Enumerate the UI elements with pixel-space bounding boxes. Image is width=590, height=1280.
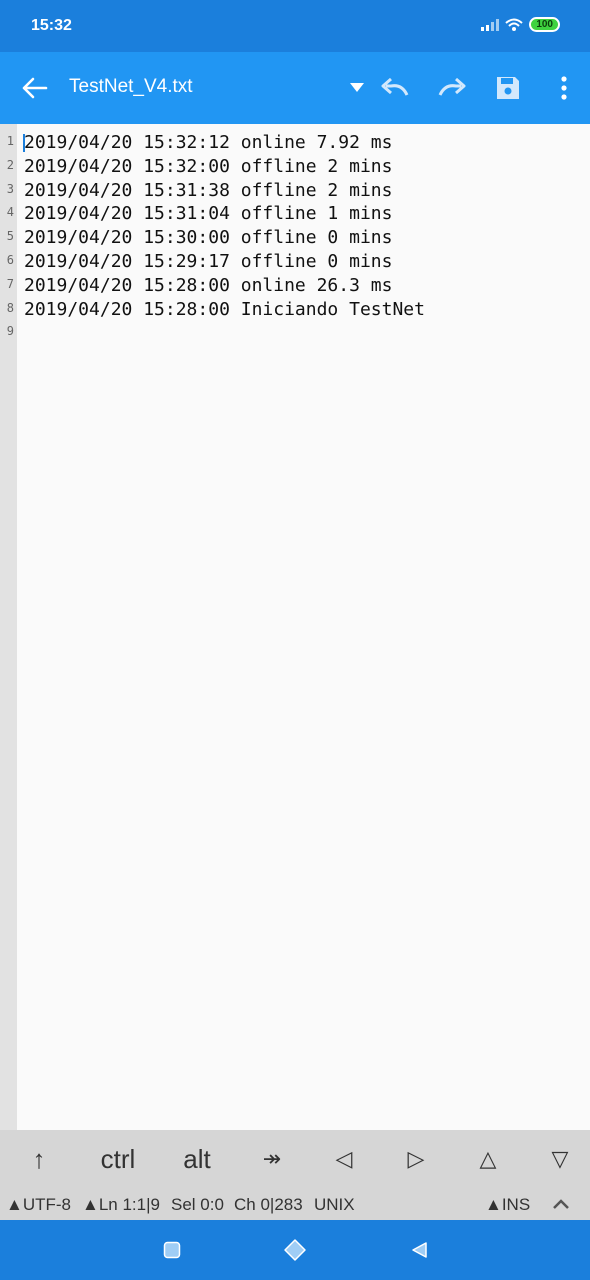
system-nav-bar — [0, 1220, 590, 1280]
line-text[interactable]: 2019/04/20 15:30:00 offline 0 mins — [24, 227, 392, 248]
editor-line[interactable]: 3 2019/04/20 15:31:38 offline 2 mins — [0, 179, 590, 203]
editor-line[interactable]: 8 2019/04/20 15:28:00 Iniciando TestNet — [0, 298, 590, 322]
battery-indicator: 100 — [529, 17, 560, 32]
editor-line[interactable]: 4 2019/04/20 15:31:04 offline 1 mins — [0, 202, 590, 226]
chevron-up-icon[interactable] — [552, 1198, 570, 1210]
square-icon[interactable] — [157, 1235, 187, 1265]
file-title[interactable]: TestNet_V4.txt — [69, 76, 193, 98]
status-time: 15:32 — [31, 17, 72, 34]
line-text[interactable]: 2019/04/20 15:28:00 online 26.3 ms — [24, 275, 392, 296]
status-icons: 100 — [481, 17, 560, 32]
line-text[interactable]: 2019/04/20 15:32:12 online 7.92 ms — [24, 132, 392, 153]
redo-icon[interactable] — [434, 70, 470, 106]
line-text[interactable]: 2019/04/20 15:31:04 offline 1 mins — [24, 203, 392, 224]
key-up[interactable]: △ — [458, 1130, 518, 1188]
triangle-back-icon[interactable] — [404, 1235, 434, 1265]
text-editor[interactable]: 1 2019/04/20 15:32:12 online 7.92 ms 2 2… — [0, 124, 590, 1130]
save-icon[interactable] — [490, 70, 526, 106]
line-text[interactable]: 2019/04/20 15:32:00 offline 2 mins — [24, 156, 392, 177]
line-number: 6 — [6, 252, 14, 267]
line-number: 9 — [6, 324, 14, 339]
key-ctrl[interactable]: ctrl — [88, 1130, 148, 1188]
diamond-icon[interactable] — [280, 1235, 310, 1265]
editor-line[interactable]: 1 2019/04/20 15:32:12 online 7.92 ms — [0, 131, 590, 155]
line-number: 2 — [6, 157, 14, 172]
line-number: 5 — [6, 229, 14, 244]
insert-mode[interactable]: ▲INS — [485, 1195, 530, 1215]
line-number: 1 — [6, 134, 14, 148]
editor-line[interactable]: 2 2019/04/20 15:32:00 offline 2 mins — [0, 155, 590, 179]
key-left[interactable]: ◁ — [314, 1130, 374, 1188]
editor-line[interactable]: 6 2019/04/20 15:29:17 offline 0 mins — [0, 250, 590, 274]
key-right[interactable]: ▷ — [386, 1130, 446, 1188]
line-number: 4 — [6, 205, 14, 220]
line-number: 8 — [6, 300, 14, 315]
undo-icon[interactable] — [377, 70, 413, 106]
line-ending: UNIX — [314, 1195, 355, 1214]
app-bar: TestNet_V4.txt — [0, 52, 590, 124]
editor-info-bar: ▲UTF-8 ▲Ln 1:1|9 Sel 0:0 Ch 0|283 UNIX ▲… — [0, 1188, 590, 1220]
editor-lines[interactable]: 1 2019/04/20 15:32:12 online 7.92 ms 2 2… — [0, 131, 590, 345]
editor-line[interactable]: 9 — [0, 321, 590, 345]
key-tab[interactable]: ↠ — [242, 1130, 302, 1188]
caret-down-icon[interactable] — [339, 70, 375, 106]
extra-keys-bar: ↑ ctrl alt ↠ ◁ ▷ △ ▽ — [0, 1130, 590, 1188]
signal-icon — [481, 18, 500, 31]
wifi-icon — [505, 18, 523, 31]
line-number: 3 — [6, 181, 14, 196]
line-text[interactable]: 2019/04/20 15:28:00 Iniciando TestNet — [24, 299, 425, 320]
char-count: Ch 0|283 — [234, 1195, 303, 1214]
arrow-left-icon[interactable] — [16, 70, 52, 106]
selection-info: Sel 0:0 — [171, 1195, 224, 1214]
line-text[interactable]: 2019/04/20 15:29:17 offline 0 mins — [24, 251, 392, 272]
key-alt[interactable]: alt — [167, 1130, 227, 1188]
more-vert-icon[interactable] — [546, 70, 582, 106]
key-down[interactable]: ▽ — [530, 1130, 590, 1188]
editor-line[interactable]: 7 2019/04/20 15:28:00 online 26.3 ms — [0, 274, 590, 298]
line-text[interactable]: 2019/04/20 15:31:38 offline 2 mins — [24, 180, 392, 201]
key-shift[interactable]: ↑ — [9, 1130, 69, 1188]
cursor-position[interactable]: ▲Ln 1:1|9 — [82, 1195, 160, 1215]
encoding-selector[interactable]: ▲UTF-8 — [6, 1195, 71, 1215]
line-number: 7 — [6, 276, 14, 291]
editor-line[interactable]: 5 2019/04/20 15:30:00 offline 0 mins — [0, 226, 590, 250]
status-bar: 15:32 100 — [0, 0, 590, 52]
